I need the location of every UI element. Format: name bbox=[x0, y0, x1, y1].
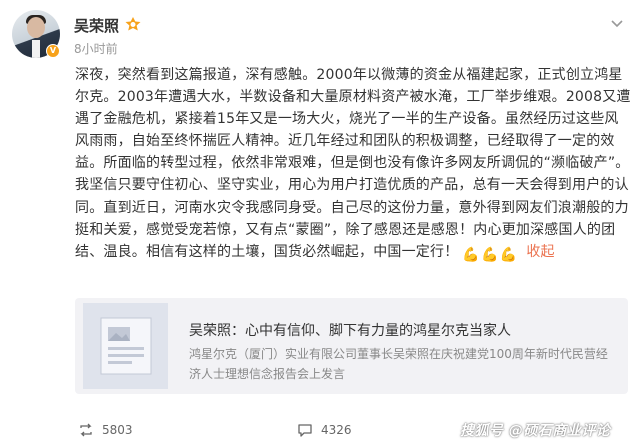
post-body: 深夜，突然看到这篇报道，深有感触。2000年以微薄的资金从福建起家，正式创立鸿星… bbox=[75, 64, 631, 266]
post-header: V 吴荣照 8小时前 bbox=[12, 8, 623, 62]
article-description: 鸿星尔克（厦门）实业有限公司董事长吴荣照在庆祝建党100周年新时代民营经济人士理… bbox=[189, 347, 608, 381]
vip-level-icon[interactable] bbox=[124, 16, 142, 32]
comment-icon bbox=[298, 424, 312, 437]
chevron-down-icon[interactable] bbox=[608, 14, 626, 32]
article-title[interactable]: 吴荣照：心中有信仰、脚下有力量的鸿星尔克当家人 bbox=[189, 320, 511, 340]
muscle-emoji-icon: 💪 bbox=[499, 246, 518, 263]
repost-button[interactable]: 5803 bbox=[78, 418, 133, 442]
article-thumbnail bbox=[83, 303, 168, 389]
post-time[interactable]: 8小时前 bbox=[74, 40, 118, 57]
document-placeholder-icon bbox=[100, 317, 151, 375]
post-text: 深夜，突然看到这篇报道，深有感触。2000年以微薄的资金从福建起家，正式创立鸿星… bbox=[75, 67, 631, 260]
repost-icon bbox=[80, 423, 92, 437]
collapse-link[interactable]: 收起 bbox=[526, 244, 554, 260]
comment-count: 4326 bbox=[321, 423, 352, 437]
author-name[interactable]: 吴荣照 bbox=[74, 15, 119, 36]
verified-badge-icon: V bbox=[46, 44, 60, 58]
muscle-emoji-icon: 💪 bbox=[481, 246, 499, 263]
repost-count: 5803 bbox=[102, 423, 133, 437]
article-card[interactable]: 吴荣照：心中有信仰、脚下有力量的鸿星尔克当家人 鸿星尔克（厦门）实业有限公司董事… bbox=[75, 298, 628, 394]
comment-button[interactable]: 4326 bbox=[297, 418, 352, 442]
muscle-emoji-icon: 💪 bbox=[462, 246, 481, 263]
source-watermark: 搜狐号 @硕石商业评论 bbox=[460, 423, 611, 439]
action-bar: 5803 4326 搜狐号 @硕石商业评论 bbox=[0, 418, 640, 442]
avatar-face bbox=[27, 17, 45, 38]
emoji-group: 💪💪💪 bbox=[462, 244, 518, 266]
avatar-shirt bbox=[32, 40, 40, 58]
